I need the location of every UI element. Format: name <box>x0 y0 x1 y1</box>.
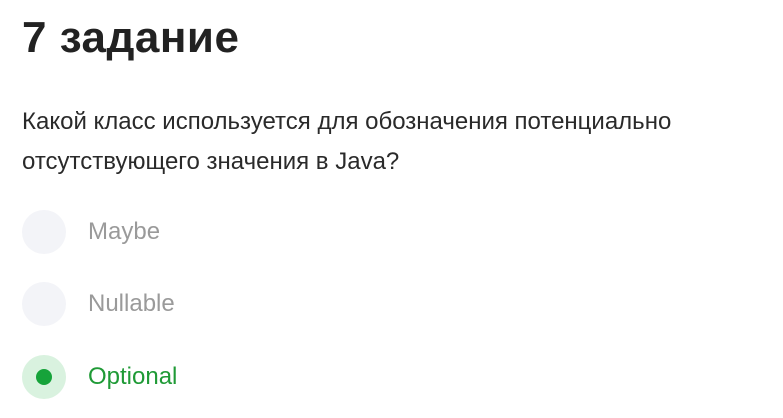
question-text: Какой класс используется для обозначения… <box>22 108 672 175</box>
radio-button[interactable] <box>22 210 66 254</box>
task-title: 7 задание <box>22 13 240 62</box>
option-maybe[interactable]: Maybe <box>22 210 422 254</box>
option-label: Optional <box>88 363 178 390</box>
option-label: Maybe <box>88 218 161 245</box>
quiz-page: 7 задание Какой класс используется для о… <box>22 0 777 418</box>
option-label: Nullable <box>88 290 175 317</box>
option-nullable[interactable]: Nullable <box>22 282 422 326</box>
radio-button[interactable] <box>22 282 66 326</box>
radio-selected-dot-icon <box>36 369 52 385</box>
option-optional[interactable]: Optional <box>22 355 422 399</box>
radio-button-selected[interactable] <box>22 355 66 399</box>
